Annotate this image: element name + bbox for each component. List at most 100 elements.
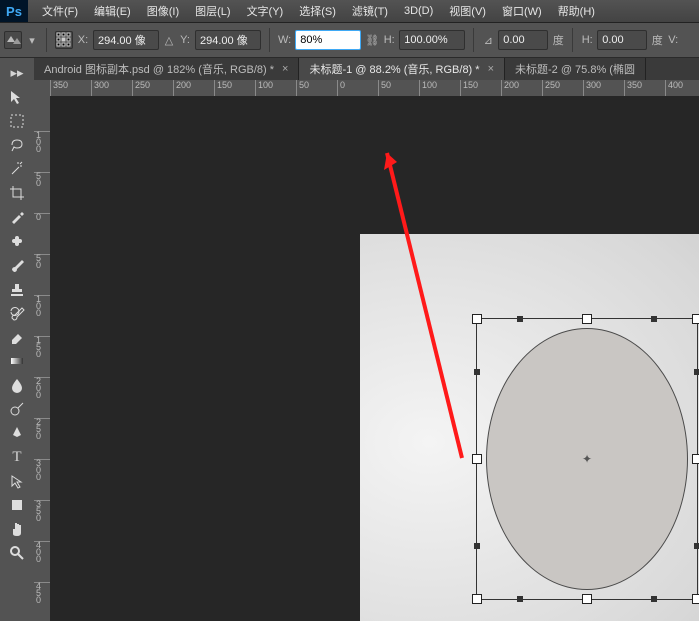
ruler-tick: 250: [34, 418, 50, 440]
ruler-tick: 50: [296, 80, 309, 96]
wand-tool[interactable]: [4, 158, 30, 180]
ruler-tick: 100: [34, 131, 50, 153]
handle-ne[interactable]: [692, 314, 699, 324]
close-icon[interactable]: ×: [488, 63, 494, 75]
menu-3d[interactable]: 3D(D): [396, 0, 441, 22]
dodge-tool[interactable]: [4, 398, 30, 420]
menu-type[interactable]: 文字(Y): [239, 0, 292, 22]
handle-nw[interactable]: [472, 314, 482, 324]
expand-icon[interactable]: ▸▸: [4, 62, 30, 84]
ruler-vertical[interactable]: 10050050100150200250300350400450500: [34, 96, 51, 621]
document-tabs: Android 图标副本.psd @ 182% (音乐, RGB/8) * × 未…: [34, 58, 699, 81]
menu-filter[interactable]: 滤镜(T): [344, 0, 396, 22]
doc-tab-label: 未标题-1 @ 88.2% (音乐, RGB/8) *: [309, 61, 479, 77]
doc-tab-label: 未标题-2 @ 75.8% (椭圆: [515, 61, 635, 77]
crop-tool[interactable]: [4, 182, 30, 204]
x-field[interactable]: 294.00 像: [93, 30, 159, 50]
angle-field[interactable]: 0.00: [498, 30, 548, 50]
y-label: Y:: [179, 34, 191, 46]
ruler-tick: 100: [34, 295, 50, 317]
tool-palette: ▸▸ T: [0, 58, 35, 621]
gradient-tool[interactable]: [4, 350, 30, 372]
stamp-tool[interactable]: [4, 278, 30, 300]
center-icon: ✦: [582, 452, 592, 466]
ruler-tick: 350: [34, 500, 50, 522]
menu-help[interactable]: 帮助(H): [550, 0, 603, 22]
ruler-tick: 350: [624, 80, 642, 96]
type-tool[interactable]: T: [4, 446, 30, 468]
dropdown-icon[interactable]: ▾: [26, 34, 38, 47]
ruler-tick: 350: [50, 80, 68, 96]
path-tool[interactable]: [4, 470, 30, 492]
anchor-n2: [651, 316, 657, 322]
hand-tool[interactable]: [4, 518, 30, 540]
zoom-tool[interactable]: [4, 542, 30, 564]
pen-tool[interactable]: [4, 422, 30, 444]
ruler-tick: 150: [34, 336, 50, 358]
eyedropper-tool[interactable]: [4, 206, 30, 228]
menu-window[interactable]: 窗口(W): [494, 0, 550, 22]
doc-tab-1[interactable]: 未标题-1 @ 88.2% (音乐, RGB/8) * ×: [299, 58, 505, 80]
ruler-tick: 200: [173, 80, 191, 96]
move-tool[interactable]: [4, 86, 30, 108]
ruler-tick: 450: [34, 582, 50, 604]
transform-mode-icon[interactable]: [4, 31, 22, 49]
y-field[interactable]: 294.00 像: [195, 30, 261, 50]
anchor-e1: [694, 369, 699, 375]
handle-s[interactable]: [582, 594, 592, 604]
handle-e[interactable]: [692, 454, 699, 464]
angle-icon: ⊿: [482, 34, 494, 47]
menu-image[interactable]: 图像(I): [139, 0, 187, 22]
link-icon[interactable]: ⛓: [365, 34, 379, 47]
v-label: V:: [667, 34, 679, 46]
anchor-e2: [694, 543, 699, 549]
h-label: H:: [383, 34, 395, 46]
ruler-horizontal[interactable]: 3503002502001501005005010015020025030035…: [50, 80, 699, 97]
anchor-w1: [474, 369, 480, 375]
ruler-tick: 100: [255, 80, 273, 96]
menu-layer[interactable]: 图层(L): [187, 0, 238, 22]
handle-sw[interactable]: [472, 594, 482, 604]
menu-edit[interactable]: 编辑(E): [86, 0, 139, 22]
ruler-tick: 100: [419, 80, 437, 96]
h-field[interactable]: 100.00%: [399, 30, 465, 50]
marquee-tool[interactable]: [4, 110, 30, 132]
x-label: X:: [77, 34, 89, 46]
handle-n[interactable]: [582, 314, 592, 324]
ruler-corner: [34, 80, 51, 97]
h2-field[interactable]: 0.00: [597, 30, 647, 50]
ruler-tick: 50: [34, 172, 50, 187]
handle-w[interactable]: [472, 454, 482, 464]
ruler-tick: 400: [665, 80, 683, 96]
ruler-tick: 0: [34, 213, 50, 221]
history-brush-tool[interactable]: [4, 302, 30, 324]
deg-label-2: 度: [651, 32, 663, 48]
ruler-tick: 250: [132, 80, 150, 96]
shape-tool[interactable]: [4, 494, 30, 516]
reference-point-icon[interactable]: [55, 31, 73, 49]
delta-icon[interactable]: △: [163, 34, 175, 47]
heal-tool[interactable]: [4, 230, 30, 252]
handle-se[interactable]: [692, 594, 699, 604]
menu-select[interactable]: 选择(S): [291, 0, 344, 22]
canvas-area[interactable]: ✦: [50, 96, 699, 621]
ruler-tick: 400: [34, 541, 50, 563]
ruler-tick: 150: [460, 80, 478, 96]
anchor-w2: [474, 543, 480, 549]
eraser-tool[interactable]: [4, 326, 30, 348]
menu-view[interactable]: 视图(V): [441, 0, 494, 22]
deg-label: 度: [552, 32, 564, 48]
close-icon[interactable]: ×: [282, 63, 288, 75]
blur-tool[interactable]: [4, 374, 30, 396]
ruler-tick: 200: [34, 377, 50, 399]
doc-tab-label: Android 图标副本.psd @ 182% (音乐, RGB/8) *: [44, 61, 274, 77]
ruler-tick: 50: [378, 80, 391, 96]
lasso-tool[interactable]: [4, 134, 30, 156]
menu-file[interactable]: 文件(F): [34, 0, 86, 22]
doc-tab-0[interactable]: Android 图标副本.psd @ 182% (音乐, RGB/8) * ×: [34, 58, 299, 80]
brush-tool[interactable]: [4, 254, 30, 276]
w-field[interactable]: 80%: [295, 30, 361, 50]
transform-bounding-box[interactable]: ✦: [476, 318, 698, 600]
ruler-tick: 300: [91, 80, 109, 96]
doc-tab-2[interactable]: 未标题-2 @ 75.8% (椭圆: [505, 58, 646, 80]
